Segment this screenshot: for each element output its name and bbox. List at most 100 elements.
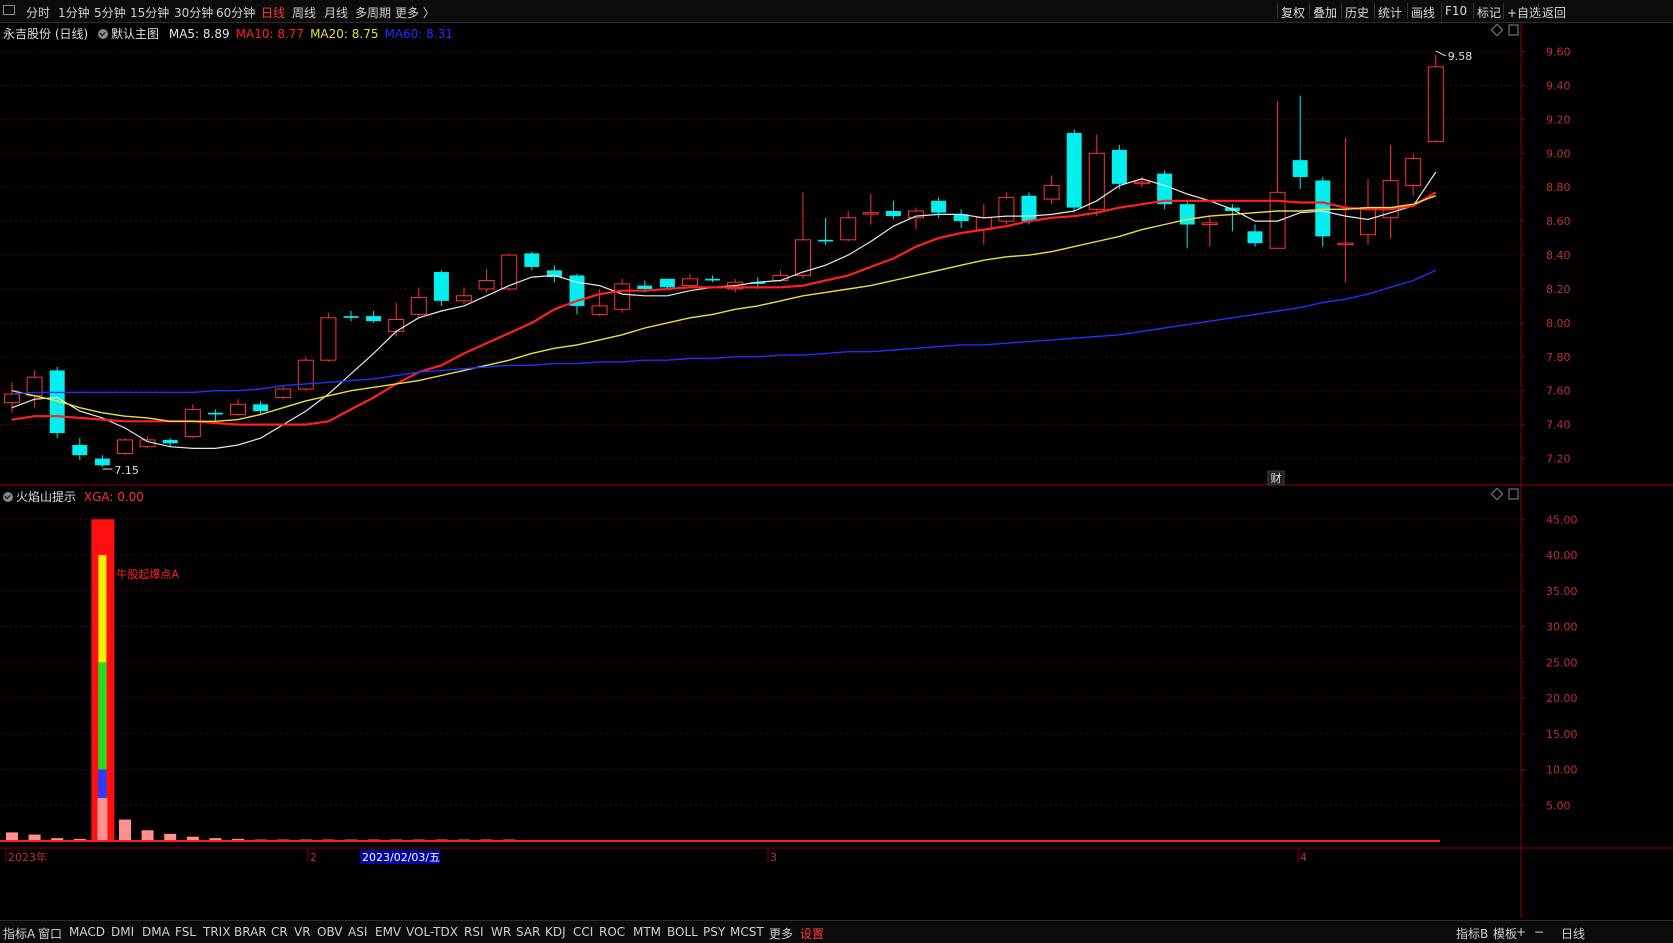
indicator-tick-label: 20.00: [1546, 692, 1578, 705]
candle-up: [230, 403, 246, 415]
indicator-tab-23[interactable]: MCST: [730, 925, 764, 939]
flame-band-blue: [98, 769, 107, 799]
bottom-right-tab-0[interactable]: 指标B: [1456, 925, 1488, 942]
candle-down: [637, 285, 653, 289]
indicator-tick-label: 35.00: [1546, 585, 1578, 598]
candle-up: [1201, 222, 1218, 226]
candle-down: [1021, 195, 1037, 222]
candle-down: [1247, 231, 1263, 244]
stock-title: 永吉股份 (日线): [3, 27, 89, 41]
candle-down: [931, 200, 947, 213]
indicator-tab-1[interactable]: 窗口: [38, 925, 62, 942]
candle-down: [1066, 132, 1082, 208]
candle-down: [366, 316, 382, 322]
indicator-tab-13[interactable]: VOL-TDX: [406, 925, 458, 939]
indicator-tab-14[interactable]: RSI: [464, 925, 484, 939]
template-toggle-icon[interactable]: [98, 29, 109, 39]
x-axis-label: 2: [310, 851, 317, 864]
price-tick-label: 8.40: [1546, 249, 1571, 262]
low-price-label: 7.15: [114, 464, 138, 477]
date-cursor-label: 2023/02/03/五: [362, 851, 440, 864]
candle-up: [388, 319, 405, 332]
indicator-tab-15[interactable]: WR: [491, 925, 511, 939]
candle-down: [1179, 204, 1195, 225]
bottom-right-tab-4[interactable]: 日线: [1561, 925, 1585, 942]
candle-up: [1134, 181, 1150, 185]
candle-up: [478, 280, 495, 290]
candle-up: [1337, 242, 1354, 246]
indicator-tab-11[interactable]: ASI: [348, 925, 367, 939]
ma-legend-2: MA20: 8.75: [310, 27, 379, 41]
indicator-tab-8[interactable]: CR: [271, 925, 288, 939]
high-price-label: 9.58: [1448, 50, 1473, 63]
indicator-tab-3[interactable]: DMI: [111, 925, 134, 939]
indicator-tab-6[interactable]: TRIX: [203, 925, 230, 939]
indicator-tab-22[interactable]: PSY: [703, 925, 725, 939]
flame-base: [97, 798, 108, 841]
template-name[interactable]: 默认主图: [111, 27, 159, 41]
indicator-tab-5[interactable]: FSL: [175, 925, 196, 939]
bottom-right-tab-1[interactable]: 模板: [1493, 925, 1517, 942]
indicator-tab-25[interactable]: 设置: [800, 925, 824, 942]
candle-up: [117, 439, 133, 454]
ma-legend-1: MA10: 8.77: [235, 27, 305, 41]
indicator-tick-label: 10.00: [1546, 764, 1578, 777]
indicator-tab-21[interactable]: BOLL: [667, 925, 698, 939]
indicator-tab-18[interactable]: CCI: [573, 925, 593, 939]
candle-up: [275, 388, 292, 399]
indicator-tab-0[interactable]: 指标A: [3, 925, 35, 942]
candle-down: [343, 316, 359, 318]
candle-up: [1043, 185, 1060, 200]
price-tick-label: 7.40: [1546, 419, 1571, 432]
indicator-tab-17[interactable]: KDJ: [545, 925, 566, 939]
x-axis-label: 4: [1300, 851, 1307, 864]
x-axis-label: 3: [770, 851, 777, 864]
candle-down: [94, 458, 110, 466]
candle-down: [207, 412, 223, 415]
candle-down: [818, 239, 834, 242]
candle-down: [705, 278, 721, 281]
indicator-bar: [141, 830, 154, 841]
candle-up: [591, 305, 608, 315]
indicator-bar: [164, 833, 177, 841]
indicator-tick-label: 40.00: [1546, 549, 1578, 562]
candle-down: [253, 404, 269, 412]
indicator-tab-12[interactable]: EMV: [375, 925, 401, 939]
bottom-right-tab-2[interactable]: +: [1516, 925, 1526, 939]
indicator-tab-16[interactable]: SAR: [516, 925, 540, 939]
candle-up: [410, 296, 427, 315]
candle-up: [840, 217, 857, 241]
price-tick-label: 8.00: [1546, 317, 1571, 330]
candle-up: [456, 295, 472, 302]
candle-up: [184, 408, 201, 438]
ma-legend-3: MA60: 8.31: [384, 27, 453, 41]
indicator-tab-20[interactable]: MTM: [633, 925, 661, 939]
candle-down: [1157, 173, 1173, 205]
ma-line-ma10: [11, 191, 1437, 426]
candle-down: [1315, 180, 1331, 237]
indicator-tick-label: 25.00: [1546, 656, 1578, 669]
price-tick-label: 7.60: [1546, 385, 1571, 398]
kline-chart: 9.60 9.40 9.20 9.00 8.80 8.60 8.40 8.20 8.00 7.80…: [0, 22, 1673, 918]
indicator-value: XGA: 0.00: [83, 490, 144, 504]
panel-maximize-icon: [1508, 24, 1519, 36]
bottom-right-tab-3[interactable]: −: [1534, 925, 1544, 939]
price-tick-label: 9.60: [1546, 46, 1571, 59]
indicator-tab-19[interactable]: ROC: [599, 925, 625, 939]
ma-legend-0: MA5: 8.89: [168, 27, 230, 41]
indicator-tab-2[interactable]: MACD: [69, 925, 105, 939]
indicator-title[interactable]: 火焰山提示: [16, 490, 76, 504]
indicator-tick-label: 15.00: [1546, 728, 1578, 741]
indicator-tab-24[interactable]: 更多: [769, 925, 793, 942]
indicator-tab-4[interactable]: DMA: [142, 925, 170, 939]
indicator-toggle-icon[interactable]: [3, 492, 13, 502]
candle-up: [320, 317, 337, 361]
indicator-tab-7[interactable]: BRAR: [234, 925, 267, 939]
indicator-tab-10[interactable]: OBV: [317, 925, 343, 939]
diamond-icon-sub: [1490, 487, 1504, 501]
indicator-tick-label: 45.00: [1546, 513, 1578, 526]
x-axis-label: 2023年: [8, 850, 47, 864]
candle-down: [885, 210, 901, 217]
candle-up: [862, 212, 879, 215]
indicator-tab-9[interactable]: VR: [294, 925, 311, 939]
